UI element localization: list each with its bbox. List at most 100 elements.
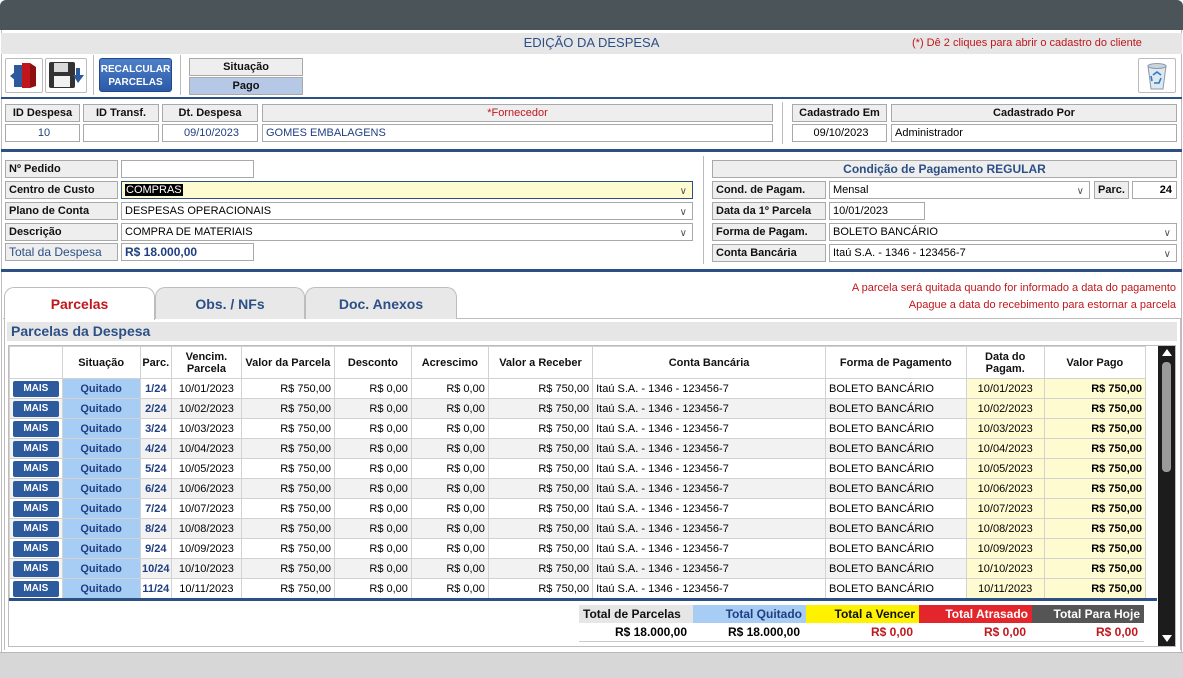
- mais-button[interactable]: MAIS: [9, 458, 63, 479]
- table-row[interactable]: MAIS Quitado 9/24 10/09/2023 R$ 750,00 R$ 0,0…: [9, 538, 1147, 559]
- mais-button[interactable]: MAIS: [9, 478, 63, 499]
- mais-button[interactable]: MAIS: [9, 398, 63, 419]
- cond-pagam-select[interactable]: Mensal ∨: [829, 181, 1090, 199]
- mais-button-label[interactable]: MAIS: [12, 580, 59, 597]
- grid-header-conta-bancaria: Conta Bancária: [592, 346, 826, 379]
- mais-button[interactable]: MAIS: [9, 418, 63, 439]
- parc-field[interactable]: 24: [1132, 181, 1177, 199]
- cadastrado-por-field: Administrador: [891, 124, 1177, 142]
- grid-header-acrescimo: Acrescimo: [410, 346, 489, 379]
- tab-parcelas[interactable]: Parcelas: [4, 287, 155, 320]
- mais-button[interactable]: MAIS: [9, 378, 63, 399]
- mais-button-label[interactable]: MAIS: [12, 440, 59, 457]
- note-estorno: Apague a data do recebimento para estorn…: [908, 299, 1176, 311]
- chevron-down-icon[interactable]: ∨: [1164, 226, 1171, 242]
- mais-button-label[interactable]: MAIS: [12, 520, 59, 537]
- dt-despesa-label: Dt. Despesa: [162, 104, 258, 122]
- valor-pago-cell: R$ 750,00: [1043, 418, 1147, 439]
- situacao-cell: Quitado: [61, 438, 141, 459]
- table-row[interactable]: MAIS Quitado 2/24 10/02/2023 R$ 750,00 R$ 0,0…: [9, 398, 1147, 419]
- conta-bancaria-select[interactable]: Itaú S.A. - 1346 - 123456-7 ∨: [829, 244, 1177, 262]
- table-row[interactable]: MAIS Quitado 11/24 10/11/2023 R$ 750,00 R$ 0,…: [9, 578, 1147, 598]
- table-row[interactable]: MAIS Quitado 1/24 10/01/2023 R$ 750,00 R$ 0,0…: [9, 378, 1147, 399]
- id-transf-field[interactable]: [83, 124, 159, 142]
- table-row[interactable]: MAIS Quitado 10/24 10/10/2023 R$ 750,00 R$ 0,…: [9, 558, 1147, 579]
- recalc-label-line2: PARCELAS: [108, 77, 163, 88]
- scroll-up-icon[interactable]: [1162, 349, 1172, 356]
- mais-button-label[interactable]: MAIS: [12, 420, 59, 437]
- pedido-field[interactable]: [121, 160, 254, 178]
- tab-doc-anexos[interactable]: Doc. Anexos: [305, 287, 457, 319]
- valor-receber-cell: R$ 750,00: [487, 378, 594, 399]
- data-pagamento-cell[interactable]: 10/11/2023: [965, 578, 1045, 598]
- mais-button[interactable]: MAIS: [9, 498, 63, 519]
- grid-scrollbar[interactable]: [1158, 346, 1175, 646]
- recalcular-parcelas-button[interactable]: RECALCULAR PARCELAS: [99, 58, 172, 92]
- mais-button[interactable]: MAIS: [9, 558, 63, 579]
- save-floppy-icon: [49, 62, 84, 88]
- chevron-down-icon[interactable]: ∨: [680, 226, 687, 242]
- delete-button[interactable]: [1138, 58, 1176, 93]
- mais-button[interactable]: MAIS: [9, 538, 63, 559]
- chevron-down-icon[interactable]: ∨: [1164, 247, 1171, 263]
- chevron-down-icon[interactable]: ∨: [680, 205, 687, 221]
- parc-cell: 3/24: [139, 418, 172, 439]
- forma-pagam-select[interactable]: BOLETO BANCÁRIO ∨: [829, 223, 1177, 241]
- centro-custo-select[interactable]: COMPRAS ∨: [121, 181, 693, 199]
- data-pagamento-cell[interactable]: 10/06/2023: [965, 478, 1045, 499]
- table-row[interactable]: MAIS Quitado 3/24 10/03/2023 R$ 750,00 R$ 0,0…: [9, 418, 1147, 439]
- fornecedor-field[interactable]: GOMES EMBALAGENS: [262, 124, 773, 142]
- forma-pagam-value: BOLETO BANCÁRIO: [833, 226, 938, 238]
- total-label: Total a Vencer: [806, 605, 919, 623]
- valor-pago-cell: R$ 750,00: [1043, 558, 1147, 579]
- valor-pago-cell: R$ 750,00: [1043, 538, 1147, 559]
- valor-receber-cell: R$ 750,00: [487, 498, 594, 519]
- data-pagamento-cell[interactable]: 10/09/2023: [965, 538, 1045, 559]
- valor-parcela-cell: R$ 750,00: [240, 498, 335, 519]
- dt-despesa-field[interactable]: 09/10/2023: [162, 124, 258, 142]
- conta-bancaria-cell: Itaú S.A. - 1346 - 123456-7: [592, 578, 826, 598]
- data-pagamento-cell[interactable]: 10/05/2023: [965, 458, 1045, 479]
- mais-button-label[interactable]: MAIS: [12, 560, 59, 577]
- mais-button-label[interactable]: MAIS: [12, 500, 59, 517]
- mais-button-label[interactable]: MAIS: [12, 460, 59, 477]
- conta-bancaria-cell: Itaú S.A. - 1346 - 123456-7: [592, 478, 826, 499]
- mais-button[interactable]: MAIS: [9, 438, 63, 459]
- table-row[interactable]: MAIS Quitado 8/24 10/08/2023 R$ 750,00 R$ 0,0…: [9, 518, 1147, 539]
- mais-button-label[interactable]: MAIS: [12, 480, 59, 497]
- acrescimo-cell: R$ 0,00: [410, 378, 489, 399]
- mais-button-label[interactable]: MAIS: [12, 540, 59, 557]
- mais-button-label[interactable]: MAIS: [12, 380, 59, 397]
- save-button[interactable]: [45, 58, 87, 93]
- exit-button[interactable]: [5, 58, 43, 93]
- descricao-value: COMPRA DE MATERIAIS: [125, 226, 253, 238]
- scroll-down-icon[interactable]: [1162, 635, 1172, 642]
- cadastrado-por-label: Cadastrado Por: [891, 104, 1177, 122]
- table-row[interactable]: MAIS Quitado 5/24 10/05/2023 R$ 750,00 R$ 0,0…: [9, 458, 1147, 479]
- data-pagamento-cell[interactable]: 10/07/2023: [965, 498, 1045, 519]
- data-pagamento-cell[interactable]: 10/08/2023: [965, 518, 1045, 539]
- cond-pagam-label: Cond. de Pagam.: [712, 181, 826, 199]
- data-primeira-parcela-field[interactable]: 10/01/2023: [829, 202, 925, 220]
- chevron-down-icon[interactable]: ∨: [1077, 184, 1084, 200]
- parc-cell: 11/24: [139, 578, 172, 598]
- scroll-thumb[interactable]: [1162, 362, 1171, 472]
- table-row[interactable]: MAIS Quitado 4/24 10/04/2023 R$ 750,00 R$ 0,0…: [9, 438, 1147, 459]
- data-pagamento-cell[interactable]: 10/10/2023: [965, 558, 1045, 579]
- plano-conta-select[interactable]: DESPESAS OPERACIONAIS ∨: [121, 202, 693, 220]
- data-pagamento-cell[interactable]: 10/02/2023: [965, 398, 1045, 419]
- table-row[interactable]: MAIS Quitado 7/24 10/07/2023 R$ 750,00 R$ 0,0…: [9, 498, 1147, 519]
- data-pagamento-cell[interactable]: 10/03/2023: [965, 418, 1045, 439]
- mais-button-label[interactable]: MAIS: [12, 400, 59, 417]
- condicao-pagamento-title: Condição de Pagamento REGULAR: [712, 160, 1177, 178]
- mais-button[interactable]: MAIS: [9, 518, 63, 539]
- tab-obs-nfs[interactable]: Obs. / NFs: [155, 287, 305, 319]
- total-despesa-field[interactable]: R$ 18.000,00: [121, 243, 254, 261]
- parcelas-grid-wrap: Situação Parc. Vencim. Parcela Valor da …: [9, 346, 1157, 598]
- data-pagamento-cell[interactable]: 10/04/2023: [965, 438, 1045, 459]
- descricao-select[interactable]: COMPRA DE MATERIAIS ∨: [121, 223, 693, 241]
- chevron-down-icon[interactable]: ∨: [680, 184, 687, 200]
- data-pagamento-cell[interactable]: 10/01/2023: [965, 378, 1045, 399]
- mais-button[interactable]: MAIS: [9, 578, 63, 598]
- table-row[interactable]: MAIS Quitado 6/24 10/06/2023 R$ 750,00 R$ 0,0…: [9, 478, 1147, 499]
